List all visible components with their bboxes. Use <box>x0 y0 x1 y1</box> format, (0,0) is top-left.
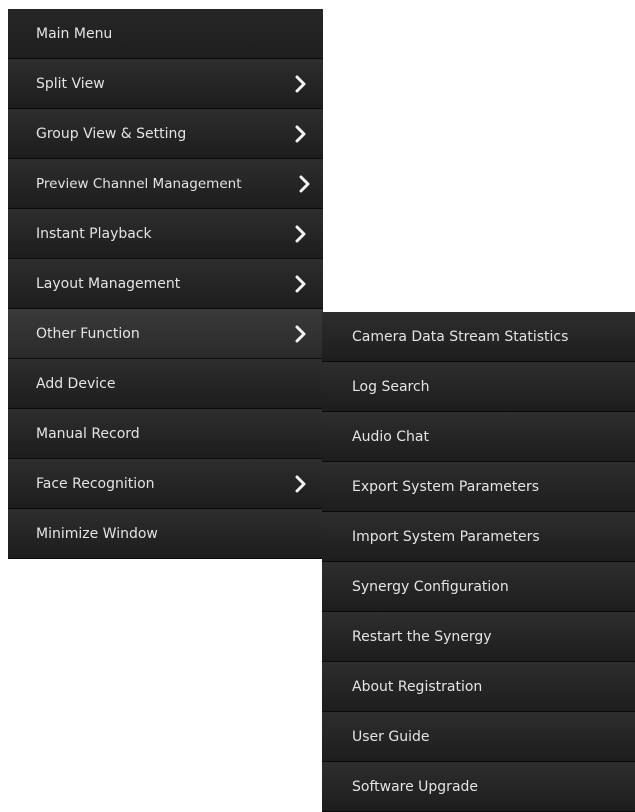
submenu-item-user-guide[interactable]: User Guide <box>322 712 635 762</box>
menu-item-label: User Guide <box>352 728 430 745</box>
menu-item-label: Add Device <box>36 375 116 392</box>
menu-item-label: Manual Record <box>36 425 140 442</box>
menu-item-preview-channel-management[interactable]: Preview Channel Management <box>8 159 323 209</box>
menu-item-label: Main Menu <box>36 25 113 42</box>
menu-item-other-function[interactable]: Other Function <box>8 309 323 359</box>
menu-item-label: Minimize Window <box>36 525 158 542</box>
menu-item-label: Restart the Synergy <box>352 628 492 645</box>
chevron-right-icon <box>295 475 307 493</box>
chevron-right-icon <box>295 75 307 93</box>
chevron-right-icon <box>295 225 307 243</box>
chevron-right-icon <box>295 325 307 343</box>
menu-item-face-recognition[interactable]: Face Recognition <box>8 459 323 509</box>
submenu-item-synergy-configuration[interactable]: Synergy Configuration <box>322 562 635 612</box>
menu-item-add-device[interactable]: Add Device <box>8 359 323 409</box>
menu-item-split-view[interactable]: Split View <box>8 59 323 109</box>
chevron-right-icon <box>299 175 311 193</box>
menu-item-minimize-window[interactable]: Minimize Window <box>8 509 323 559</box>
menu-item-layout-management[interactable]: Layout Management <box>8 259 323 309</box>
menu-item-label: About Registration <box>352 678 483 695</box>
menu-item-label: Layout Management <box>36 275 181 292</box>
menu-item-manual-record[interactable]: Manual Record <box>8 409 323 459</box>
menu-item-label: Software Upgrade <box>352 778 479 795</box>
menu-item-label: Camera Data Stream Statistics <box>352 328 569 345</box>
submenu-item-restart-the-synergy[interactable]: Restart the Synergy <box>322 612 635 662</box>
menu-item-label: Log Search <box>352 378 430 395</box>
menu-title-main-menu: Main Menu <box>8 9 323 59</box>
menu-item-instant-playback[interactable]: Instant Playback <box>8 209 323 259</box>
chevron-right-icon <box>295 275 307 293</box>
submenu-item-camera-data-stream-statistics[interactable]: Camera Data Stream Statistics <box>322 312 635 362</box>
other-function-submenu: Camera Data Stream Statistics Log Search… <box>322 312 635 812</box>
menu-item-label: Face Recognition <box>36 475 155 492</box>
menu-item-group-view-setting[interactable]: Group View & Setting <box>8 109 323 159</box>
chevron-right-icon <box>295 125 307 143</box>
submenu-item-about-registration[interactable]: About Registration <box>322 662 635 712</box>
submenu-item-log-search[interactable]: Log Search <box>322 362 635 412</box>
submenu-item-software-upgrade[interactable]: Software Upgrade <box>322 762 635 812</box>
menu-item-label: Synergy Configuration <box>352 578 509 595</box>
menu-item-label: Audio Chat <box>352 428 429 445</box>
main-context-menu: Main Menu Split View Group View & Settin… <box>8 9 323 559</box>
menu-item-label: Group View & Setting <box>36 125 187 142</box>
menu-item-label: Other Function <box>36 325 140 342</box>
submenu-item-audio-chat[interactable]: Audio Chat <box>322 412 635 462</box>
menu-item-label: Export System Parameters <box>352 478 540 495</box>
menu-item-label: Preview Channel Management <box>36 175 242 192</box>
menu-item-label: Instant Playback <box>36 225 152 242</box>
submenu-item-export-system-parameters[interactable]: Export System Parameters <box>322 462 635 512</box>
menu-item-label: Import System Parameters <box>352 528 540 545</box>
menu-item-label: Split View <box>36 75 105 92</box>
submenu-item-import-system-parameters[interactable]: Import System Parameters <box>322 512 635 562</box>
